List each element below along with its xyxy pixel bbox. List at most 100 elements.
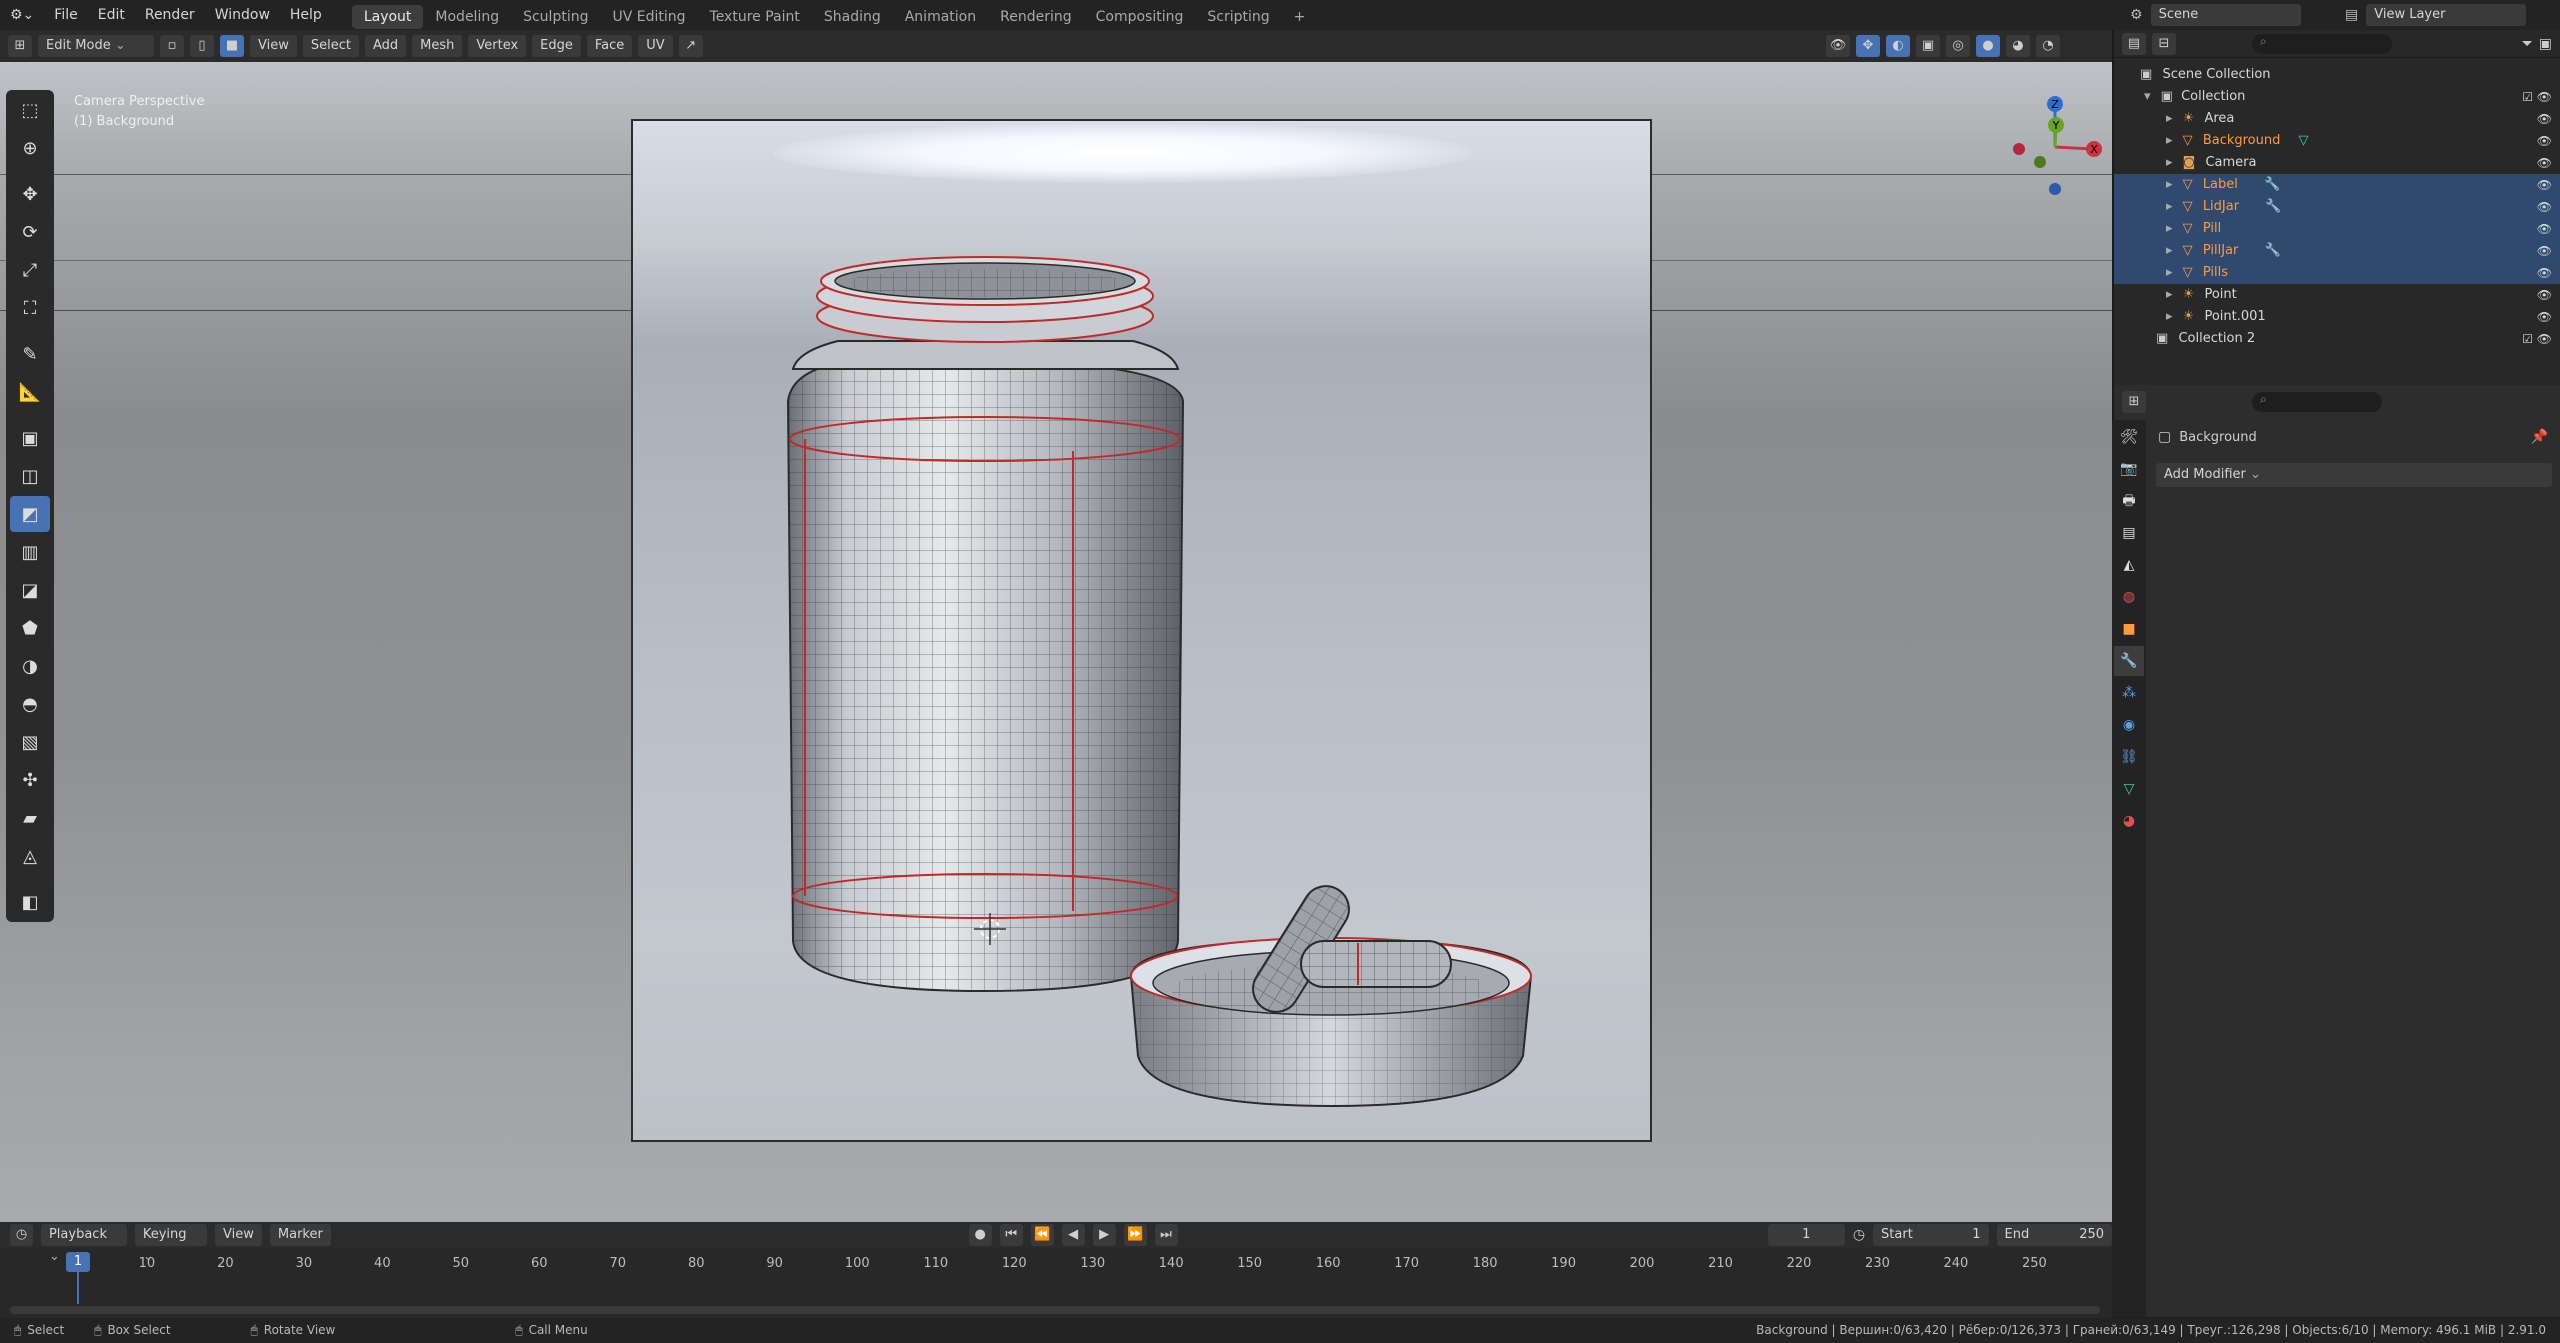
outliner-scene-collection[interactable]: ▣ Scene Collection	[2114, 64, 2560, 86]
menu-uv[interactable]: UV	[638, 35, 673, 57]
chevron-right-icon[interactable]: ▸	[2166, 133, 2173, 148]
view-layer-name[interactable]: View Layer	[2366, 4, 2527, 26]
cursor-icon[interactable]: ⊕	[10, 130, 50, 166]
menu-view[interactable]: View	[250, 35, 297, 57]
constraints-tab-icon[interactable]: ⛓	[2114, 742, 2144, 772]
menu-mesh[interactable]: Mesh	[412, 35, 463, 57]
overlay-toggle-icon[interactable]: ◐	[1886, 35, 1910, 57]
tab-compositing[interactable]: Compositing	[1084, 5, 1196, 29]
outliner-item-pilljar[interactable]: ▸ ▽ PillJar 🔧 👁	[2114, 240, 2560, 262]
tool-tab-icon[interactable]: 🛠	[2114, 422, 2144, 452]
output-tab-icon[interactable]: 🖶	[2114, 486, 2144, 516]
chevron-right-icon[interactable]: ▸	[2166, 287, 2173, 302]
outliner-item-pill[interactable]: ▸ ▽ Pill 👁	[2114, 218, 2560, 240]
eye-icon[interactable]: 👁	[2537, 240, 2552, 262]
edge-slide-icon[interactable]: ▧	[10, 724, 50, 760]
collection-checkbox-icon[interactable]: ☑ 👁	[2522, 328, 2552, 350]
menu-window[interactable]: Window	[205, 0, 280, 30]
3d-viewport[interactable]: Camera Perspective (1) Background Z Y X …	[0, 62, 2112, 1222]
rip-region-icon[interactable]: ◬	[10, 838, 50, 874]
physics-tab-icon[interactable]: ◉	[2114, 710, 2144, 740]
blender-logo-icon[interactable]: ⚙⌄	[0, 0, 44, 30]
menu-file[interactable]: File	[44, 0, 87, 30]
select-box-icon[interactable]: ⬚	[10, 92, 50, 128]
wireframe-shading-icon[interactable]: ◎	[1946, 35, 1970, 57]
data-tab-icon[interactable]: ▽	[2114, 774, 2144, 804]
outliner-item-point[interactable]: ▸ ☀ Point 👁	[2114, 284, 2560, 306]
annotate-icon[interactable]: ✎	[10, 336, 50, 372]
menu-face[interactable]: Face	[586, 35, 633, 57]
add-workspace-icon[interactable]: +	[1282, 5, 1318, 29]
modifier-tab-icon[interactable]: 🔧	[2114, 646, 2144, 676]
gizmo-toggle-icon[interactable]: ✥	[1856, 35, 1880, 57]
chevron-right-icon[interactable]: ▸	[2166, 221, 2173, 236]
material-shading-icon[interactable]: ◕	[2006, 35, 2030, 57]
outliner-item-background[interactable]: ▸ ▽ Background ▽ 👁	[2114, 130, 2560, 152]
poly-build-icon[interactable]: ⬟	[10, 610, 50, 646]
scene-selector[interactable]: ⚙ Scene	[2130, 3, 2301, 27]
rendered-shading-icon[interactable]: ◔	[2036, 35, 2060, 57]
extrude-icon[interactable]: ▣	[10, 420, 50, 456]
outliner-item-pills[interactable]: ▸ ▽ Pills 👁	[2114, 262, 2560, 284]
move-icon[interactable]: ✥	[10, 176, 50, 212]
menu-edge[interactable]: Edge	[532, 35, 581, 57]
smooth-icon[interactable]: ◓	[10, 686, 50, 722]
edge-select-icon[interactable]: ▯	[190, 35, 214, 57]
outliner-item-label[interactable]: ▸ ▽ Label 🔧 👁	[2114, 174, 2560, 196]
new-collection-icon[interactable]: ▣	[2539, 36, 2552, 52]
outliner-collection[interactable]: ▾ ▣ Collection ☑ 👁	[2114, 86, 2560, 108]
playhead[interactable]: 1	[66, 1252, 90, 1272]
transform-pivot-icon[interactable]: ↗	[678, 35, 703, 57]
tab-scripting[interactable]: Scripting	[1195, 5, 1281, 29]
scene-tab-icon[interactable]: ◭	[2114, 550, 2144, 580]
render-tab-icon[interactable]: 📷	[2114, 454, 2144, 484]
inset-icon[interactable]: ◫	[10, 458, 50, 494]
outliner-item-camera[interactable]: ▸ ◙ Camera 👁	[2114, 152, 2560, 174]
solid-shading-icon[interactable]: ●	[1976, 35, 2000, 57]
eye-icon[interactable]: 👁	[2537, 196, 2552, 218]
outliner-item-lidjar[interactable]: ▸ ▽ LidJar 🔧 👁	[2114, 196, 2560, 218]
shrink-fatten-icon[interactable]: ✣	[10, 762, 50, 798]
tab-layout[interactable]: Layout	[351, 4, 424, 29]
eye-icon[interactable]: 👁	[2537, 218, 2552, 240]
timeline-ruler[interactable]: 10 20 30 40 50 60 70 80 90 100 110 120 130 140 150 160 1…	[0, 1222, 2112, 1318]
chevron-right-icon[interactable]: ▸	[2166, 111, 2173, 126]
scale-icon[interactable]: ⤢	[10, 252, 50, 288]
tab-modeling[interactable]: Modeling	[423, 5, 511, 29]
properties-search-icon[interactable]: ⌕	[2252, 392, 2382, 412]
eye-icon[interactable]: 👁	[2537, 174, 2552, 196]
tab-shading[interactable]: Shading	[812, 5, 893, 29]
knife-icon[interactable]: ◪	[10, 572, 50, 608]
transform-icon[interactable]: ⛶	[10, 290, 50, 326]
mode-dropdown[interactable]: Edit Mode	[38, 35, 154, 57]
measure-icon[interactable]: 📐	[10, 374, 50, 410]
xray-toggle-icon[interactable]: ▣	[1916, 35, 1940, 57]
chevron-down-icon[interactable]: ▾	[2144, 89, 2151, 104]
menu-select[interactable]: Select	[302, 35, 359, 57]
outliner-editor-icon[interactable]: ▤	[2122, 32, 2146, 55]
eye-icon[interactable]: 👁	[2537, 108, 2552, 130]
eye-icon[interactable]: 👁	[2537, 284, 2552, 306]
menu-help[interactable]: Help	[280, 0, 332, 30]
object-tab-icon[interactable]: ■	[2114, 614, 2144, 644]
properties-editor-icon[interactable]: ⊞	[2122, 391, 2146, 413]
visibility-icon[interactable]: 👁	[1826, 35, 1850, 57]
pin-icon[interactable]: 📌	[2531, 429, 2548, 445]
scene-name[interactable]: Scene	[2150, 4, 2301, 26]
outliner-search-icon[interactable]: ⌕	[2252, 33, 2392, 54]
menu-edit[interactable]: Edit	[88, 0, 135, 30]
rotate-icon[interactable]: ⟳	[10, 214, 50, 250]
menu-vertex[interactable]: Vertex	[468, 35, 527, 57]
face-select-icon[interactable]: ■	[220, 35, 244, 57]
filter-icon[interactable]: ⏷	[2522, 36, 2533, 52]
material-tab-icon[interactable]: ◕	[2114, 806, 2144, 836]
particles-tab-icon[interactable]: ⁂	[2114, 678, 2144, 708]
menu-add[interactable]: Add	[364, 35, 407, 57]
view-layer-selector[interactable]: ▤ View Layer	[2345, 3, 2527, 27]
view-layer-tab-icon[interactable]: ▤	[2114, 518, 2144, 548]
tab-rendering[interactable]: Rendering	[988, 5, 1084, 29]
eye-icon[interactable]: 👁	[2537, 306, 2552, 328]
timeline-scrollbar[interactable]	[10, 1306, 2100, 1314]
chevron-right-icon[interactable]: ▸	[2166, 243, 2173, 258]
add-modifier-button[interactable]: Add Modifier	[2156, 463, 2552, 487]
